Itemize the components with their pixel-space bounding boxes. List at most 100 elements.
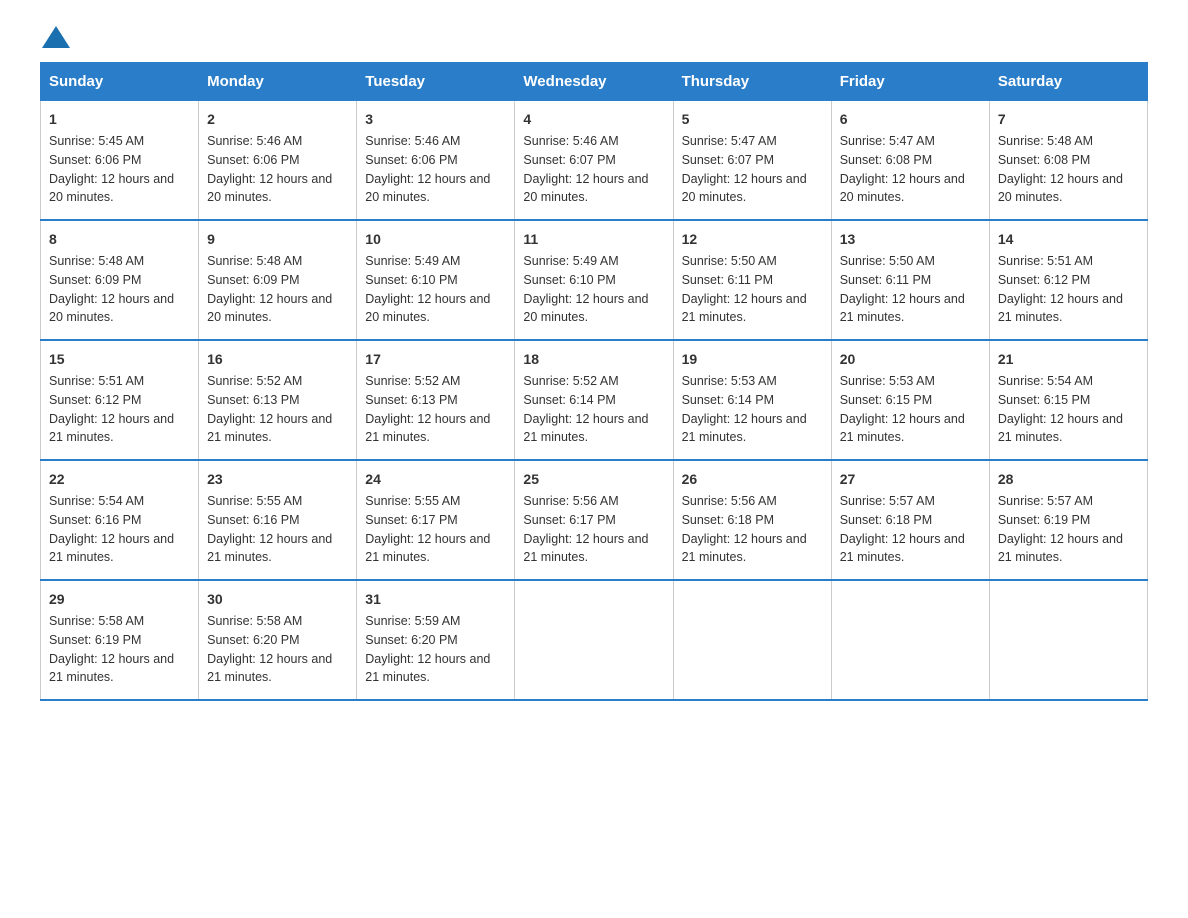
sunset-label: Sunset: 6:11 PM bbox=[682, 273, 774, 287]
calendar-cell: 19 Sunrise: 5:53 AM Sunset: 6:14 PM Dayl… bbox=[673, 340, 831, 460]
calendar-cell bbox=[831, 580, 989, 700]
day-number: 6 bbox=[840, 109, 981, 130]
sunset-label: Sunset: 6:08 PM bbox=[998, 153, 1090, 167]
sunrise-label: Sunrise: 5:53 AM bbox=[682, 374, 777, 388]
sunrise-label: Sunrise: 5:52 AM bbox=[365, 374, 460, 388]
sunset-label: Sunset: 6:17 PM bbox=[523, 513, 615, 527]
sunrise-label: Sunrise: 5:58 AM bbox=[207, 614, 302, 628]
day-number: 3 bbox=[365, 109, 506, 130]
calendar-cell: 12 Sunrise: 5:50 AM Sunset: 6:11 PM Dayl… bbox=[673, 220, 831, 340]
calendar-cell: 15 Sunrise: 5:51 AM Sunset: 6:12 PM Dayl… bbox=[41, 340, 199, 460]
sunrise-label: Sunrise: 5:46 AM bbox=[365, 134, 460, 148]
day-number: 9 bbox=[207, 229, 348, 250]
sunset-label: Sunset: 6:20 PM bbox=[365, 633, 457, 647]
sunrise-label: Sunrise: 5:45 AM bbox=[49, 134, 144, 148]
calendar-table: SundayMondayTuesdayWednesdayThursdayFrid… bbox=[40, 62, 1148, 701]
sunset-label: Sunset: 6:09 PM bbox=[207, 273, 299, 287]
daylight-label: Daylight: 12 hours and 20 minutes. bbox=[840, 172, 965, 205]
daylight-label: Daylight: 12 hours and 20 minutes. bbox=[207, 172, 332, 205]
header-friday: Friday bbox=[831, 63, 989, 101]
daylight-label: Daylight: 12 hours and 21 minutes. bbox=[998, 412, 1123, 445]
sunset-label: Sunset: 6:18 PM bbox=[840, 513, 932, 527]
logo-triangle-icon bbox=[42, 26, 70, 48]
sunset-label: Sunset: 6:10 PM bbox=[523, 273, 615, 287]
daylight-label: Daylight: 12 hours and 21 minutes. bbox=[207, 532, 332, 565]
sunset-label: Sunset: 6:16 PM bbox=[49, 513, 141, 527]
calendar-cell: 28 Sunrise: 5:57 AM Sunset: 6:19 PM Dayl… bbox=[989, 460, 1147, 580]
day-number: 17 bbox=[365, 349, 506, 370]
sunset-label: Sunset: 6:06 PM bbox=[207, 153, 299, 167]
sunset-label: Sunset: 6:10 PM bbox=[365, 273, 457, 287]
calendar-cell: 1 Sunrise: 5:45 AM Sunset: 6:06 PM Dayli… bbox=[41, 101, 199, 221]
sunset-label: Sunset: 6:07 PM bbox=[682, 153, 774, 167]
calendar-cell: 11 Sunrise: 5:49 AM Sunset: 6:10 PM Dayl… bbox=[515, 220, 673, 340]
sunrise-label: Sunrise: 5:55 AM bbox=[365, 494, 460, 508]
page-header bbox=[40, 30, 1148, 42]
daylight-label: Daylight: 12 hours and 21 minutes. bbox=[365, 412, 490, 445]
day-number: 7 bbox=[998, 109, 1139, 130]
daylight-label: Daylight: 12 hours and 21 minutes. bbox=[998, 292, 1123, 325]
sunset-label: Sunset: 6:07 PM bbox=[523, 153, 615, 167]
daylight-label: Daylight: 12 hours and 20 minutes. bbox=[682, 172, 807, 205]
day-number: 31 bbox=[365, 589, 506, 610]
calendar-cell: 20 Sunrise: 5:53 AM Sunset: 6:15 PM Dayl… bbox=[831, 340, 989, 460]
day-number: 25 bbox=[523, 469, 664, 490]
calendar-week-row: 15 Sunrise: 5:51 AM Sunset: 6:12 PM Dayl… bbox=[41, 340, 1148, 460]
sunset-label: Sunset: 6:13 PM bbox=[207, 393, 299, 407]
sunrise-label: Sunrise: 5:49 AM bbox=[365, 254, 460, 268]
daylight-label: Daylight: 12 hours and 21 minutes. bbox=[840, 412, 965, 445]
sunset-label: Sunset: 6:09 PM bbox=[49, 273, 141, 287]
daylight-label: Daylight: 12 hours and 21 minutes. bbox=[365, 652, 490, 685]
calendar-cell bbox=[673, 580, 831, 700]
day-number: 29 bbox=[49, 589, 190, 610]
calendar-cell: 8 Sunrise: 5:48 AM Sunset: 6:09 PM Dayli… bbox=[41, 220, 199, 340]
calendar-cell: 2 Sunrise: 5:46 AM Sunset: 6:06 PM Dayli… bbox=[199, 101, 357, 221]
sunset-label: Sunset: 6:15 PM bbox=[998, 393, 1090, 407]
sunset-label: Sunset: 6:13 PM bbox=[365, 393, 457, 407]
day-number: 23 bbox=[207, 469, 348, 490]
day-number: 8 bbox=[49, 229, 190, 250]
daylight-label: Daylight: 12 hours and 21 minutes. bbox=[840, 292, 965, 325]
calendar-cell bbox=[989, 580, 1147, 700]
header-tuesday: Tuesday bbox=[357, 63, 515, 101]
sunset-label: Sunset: 6:16 PM bbox=[207, 513, 299, 527]
sunrise-label: Sunrise: 5:54 AM bbox=[998, 374, 1093, 388]
calendar-cell: 24 Sunrise: 5:55 AM Sunset: 6:17 PM Dayl… bbox=[357, 460, 515, 580]
calendar-week-row: 1 Sunrise: 5:45 AM Sunset: 6:06 PM Dayli… bbox=[41, 101, 1148, 221]
sunrise-label: Sunrise: 5:54 AM bbox=[49, 494, 144, 508]
calendar-cell: 4 Sunrise: 5:46 AM Sunset: 6:07 PM Dayli… bbox=[515, 101, 673, 221]
daylight-label: Daylight: 12 hours and 20 minutes. bbox=[365, 172, 490, 205]
calendar-cell: 13 Sunrise: 5:50 AM Sunset: 6:11 PM Dayl… bbox=[831, 220, 989, 340]
header-sunday: Sunday bbox=[41, 63, 199, 101]
daylight-label: Daylight: 12 hours and 21 minutes. bbox=[523, 532, 648, 565]
sunrise-label: Sunrise: 5:50 AM bbox=[840, 254, 935, 268]
sunrise-label: Sunrise: 5:53 AM bbox=[840, 374, 935, 388]
sunset-label: Sunset: 6:06 PM bbox=[365, 153, 457, 167]
daylight-label: Daylight: 12 hours and 20 minutes. bbox=[523, 292, 648, 325]
calendar-cell: 17 Sunrise: 5:52 AM Sunset: 6:13 PM Dayl… bbox=[357, 340, 515, 460]
calendar-cell: 23 Sunrise: 5:55 AM Sunset: 6:16 PM Dayl… bbox=[199, 460, 357, 580]
day-number: 28 bbox=[998, 469, 1139, 490]
sunrise-label: Sunrise: 5:46 AM bbox=[207, 134, 302, 148]
calendar-cell: 31 Sunrise: 5:59 AM Sunset: 6:20 PM Dayl… bbox=[357, 580, 515, 700]
logo bbox=[40, 30, 86, 42]
sunrise-label: Sunrise: 5:48 AM bbox=[49, 254, 144, 268]
daylight-label: Daylight: 12 hours and 21 minutes. bbox=[365, 532, 490, 565]
day-number: 19 bbox=[682, 349, 823, 370]
daylight-label: Daylight: 12 hours and 21 minutes. bbox=[523, 412, 648, 445]
sunset-label: Sunset: 6:06 PM bbox=[49, 153, 141, 167]
daylight-label: Daylight: 12 hours and 21 minutes. bbox=[207, 412, 332, 445]
sunrise-label: Sunrise: 5:56 AM bbox=[523, 494, 618, 508]
calendar-week-row: 29 Sunrise: 5:58 AM Sunset: 6:19 PM Dayl… bbox=[41, 580, 1148, 700]
daylight-label: Daylight: 12 hours and 21 minutes. bbox=[682, 532, 807, 565]
daylight-label: Daylight: 12 hours and 21 minutes. bbox=[49, 412, 174, 445]
day-number: 4 bbox=[523, 109, 664, 130]
sunrise-label: Sunrise: 5:47 AM bbox=[682, 134, 777, 148]
day-number: 18 bbox=[523, 349, 664, 370]
day-number: 13 bbox=[840, 229, 981, 250]
calendar-cell: 30 Sunrise: 5:58 AM Sunset: 6:20 PM Dayl… bbox=[199, 580, 357, 700]
sunset-label: Sunset: 6:19 PM bbox=[49, 633, 141, 647]
sunrise-label: Sunrise: 5:51 AM bbox=[998, 254, 1093, 268]
sunrise-label: Sunrise: 5:47 AM bbox=[840, 134, 935, 148]
calendar-week-row: 8 Sunrise: 5:48 AM Sunset: 6:09 PM Dayli… bbox=[41, 220, 1148, 340]
